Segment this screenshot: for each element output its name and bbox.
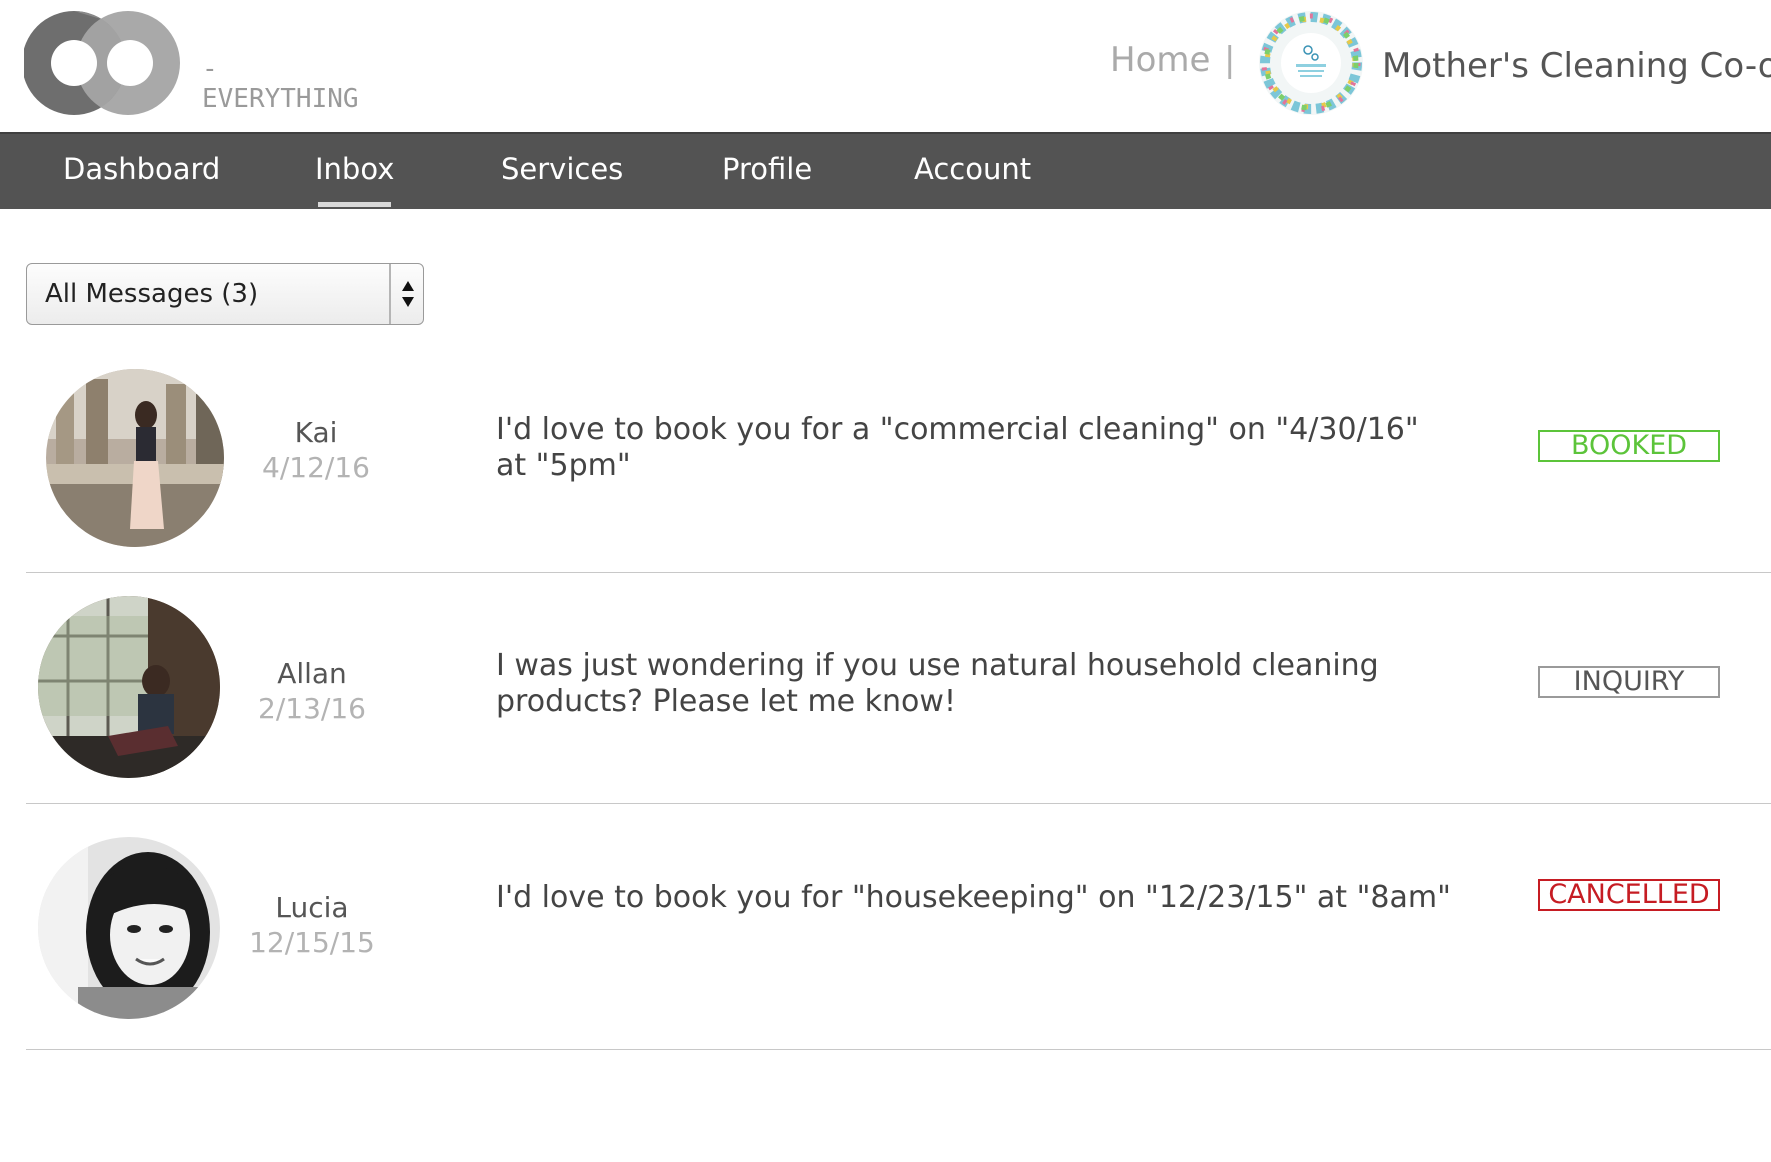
- sender-info: Lucia 12/15/15: [232, 891, 392, 959]
- nav-dashboard[interactable]: Dashboard: [63, 152, 220, 186]
- filter-selected-value: All Messages (3): [45, 279, 259, 309]
- site-header: -EVERYTHING Home | Mother's Cleaning Co-…: [0, 0, 1771, 132]
- logo-rings-icon: [22, 11, 180, 115]
- nav-inbox[interactable]: Inbox: [315, 152, 394, 207]
- main-nav: Dashboard Inbox Services Profile Account: [0, 132, 1771, 209]
- nav-services[interactable]: Services: [501, 152, 623, 186]
- sender-photo: [38, 596, 220, 778]
- site-logo[interactable]: -EVERYTHING: [22, 10, 359, 118]
- avatar: [38, 837, 220, 1019]
- logo-text: -EVERYTHING: [202, 54, 359, 114]
- message-preview: I'd love to book you for a "commercial c…: [496, 412, 1419, 483]
- message-preview: I was just wondering if you use natural …: [496, 648, 1379, 719]
- header-separator: |: [1224, 40, 1236, 80]
- select-arrows-icon: [402, 281, 414, 307]
- sender-name: Kai: [294, 416, 338, 449]
- message-date: 2/13/16: [258, 692, 366, 725]
- message-date: 4/12/16: [262, 451, 370, 484]
- nav-profile[interactable]: Profile: [722, 152, 812, 186]
- message-row[interactable]: Lucia 12/15/15 I'd love to book you for …: [26, 804, 1771, 1050]
- sender-info: Allan 2/13/16: [232, 657, 392, 725]
- sender-name: Allan: [277, 657, 347, 690]
- status-badge: INQUIRY: [1538, 666, 1720, 698]
- sender-info: Kai 4/12/16: [236, 416, 396, 484]
- message-preview: I'd love to book you for "housekeeping" …: [496, 880, 1451, 915]
- status-badge: BOOKED: [1538, 430, 1720, 462]
- sender-photo: [38, 837, 220, 1019]
- message-date: 12/15/15: [249, 926, 375, 959]
- avatar: [46, 369, 224, 547]
- business-name: Mother's Cleaning Co-op: [1382, 46, 1771, 86]
- select-divider: [389, 264, 391, 324]
- status-badge: CANCELLED: [1538, 879, 1720, 911]
- sender-name: Lucia: [275, 891, 349, 924]
- sender-photo: [46, 369, 224, 547]
- business-logo[interactable]: [1258, 10, 1364, 116]
- message-row[interactable]: Kai 4/12/16 I'd love to book you for a "…: [26, 354, 1771, 573]
- message-filter-select[interactable]: All Messages (3): [26, 263, 424, 325]
- avatar: [38, 596, 220, 778]
- cleaning-wreath-icon: [1259, 11, 1363, 115]
- home-link[interactable]: Home: [1110, 40, 1210, 80]
- message-row[interactable]: Allan 2/13/16 I was just wondering if yo…: [26, 573, 1771, 804]
- nav-account[interactable]: Account: [914, 152, 1031, 186]
